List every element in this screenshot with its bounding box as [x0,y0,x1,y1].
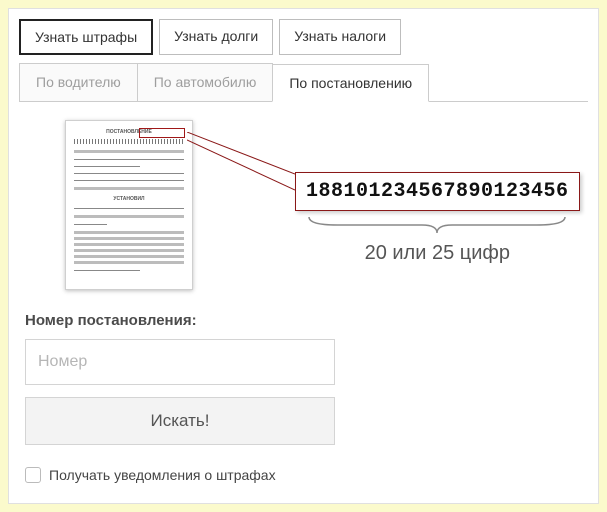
subtab-by-car[interactable]: По автомобилю [137,63,274,101]
illustration: ПОСТАНОВЛЕНИЕ УСТАНОВИЛ [25,120,582,290]
notify-row: Получать уведомления о штрафах [25,467,582,483]
highlight-box [139,128,185,138]
field-label: Номер постановления: [25,312,582,329]
notify-checkbox[interactable] [25,467,41,483]
sample-number: 188101234567890123456 [295,172,580,211]
subtab-by-driver[interactable]: По водителю [19,63,138,101]
tab-fines[interactable]: Узнать штрафы [19,19,153,55]
sub-tabs: По водителю По автомобилю По постановлен… [19,63,588,102]
tab-taxes[interactable]: Узнать налоги [279,19,401,55]
tab-content: ПОСТАНОВЛЕНИЕ УСТАНОВИЛ [19,102,588,483]
document-thumbnail: ПОСТАНОВЛЕНИЕ УСТАНОВИЛ [65,120,193,290]
tab-debts[interactable]: Узнать долги [159,19,273,55]
main-panel: Узнать штрафы Узнать долги Узнать налоги… [8,8,599,504]
subtab-by-decree[interactable]: По постановлению [272,64,429,102]
callout: 188101234567890123456 20 или 25 цифр [295,172,580,265]
curly-brace-icon [307,215,567,235]
decree-number-input[interactable] [25,339,335,385]
notify-label: Получать уведомления о штрафах [49,467,276,483]
search-button[interactable]: Искать! [25,397,335,445]
connector-lines [187,132,295,192]
top-tabs: Узнать штрафы Узнать долги Узнать налоги [19,19,588,55]
digits-hint: 20 или 25 цифр [295,242,580,265]
